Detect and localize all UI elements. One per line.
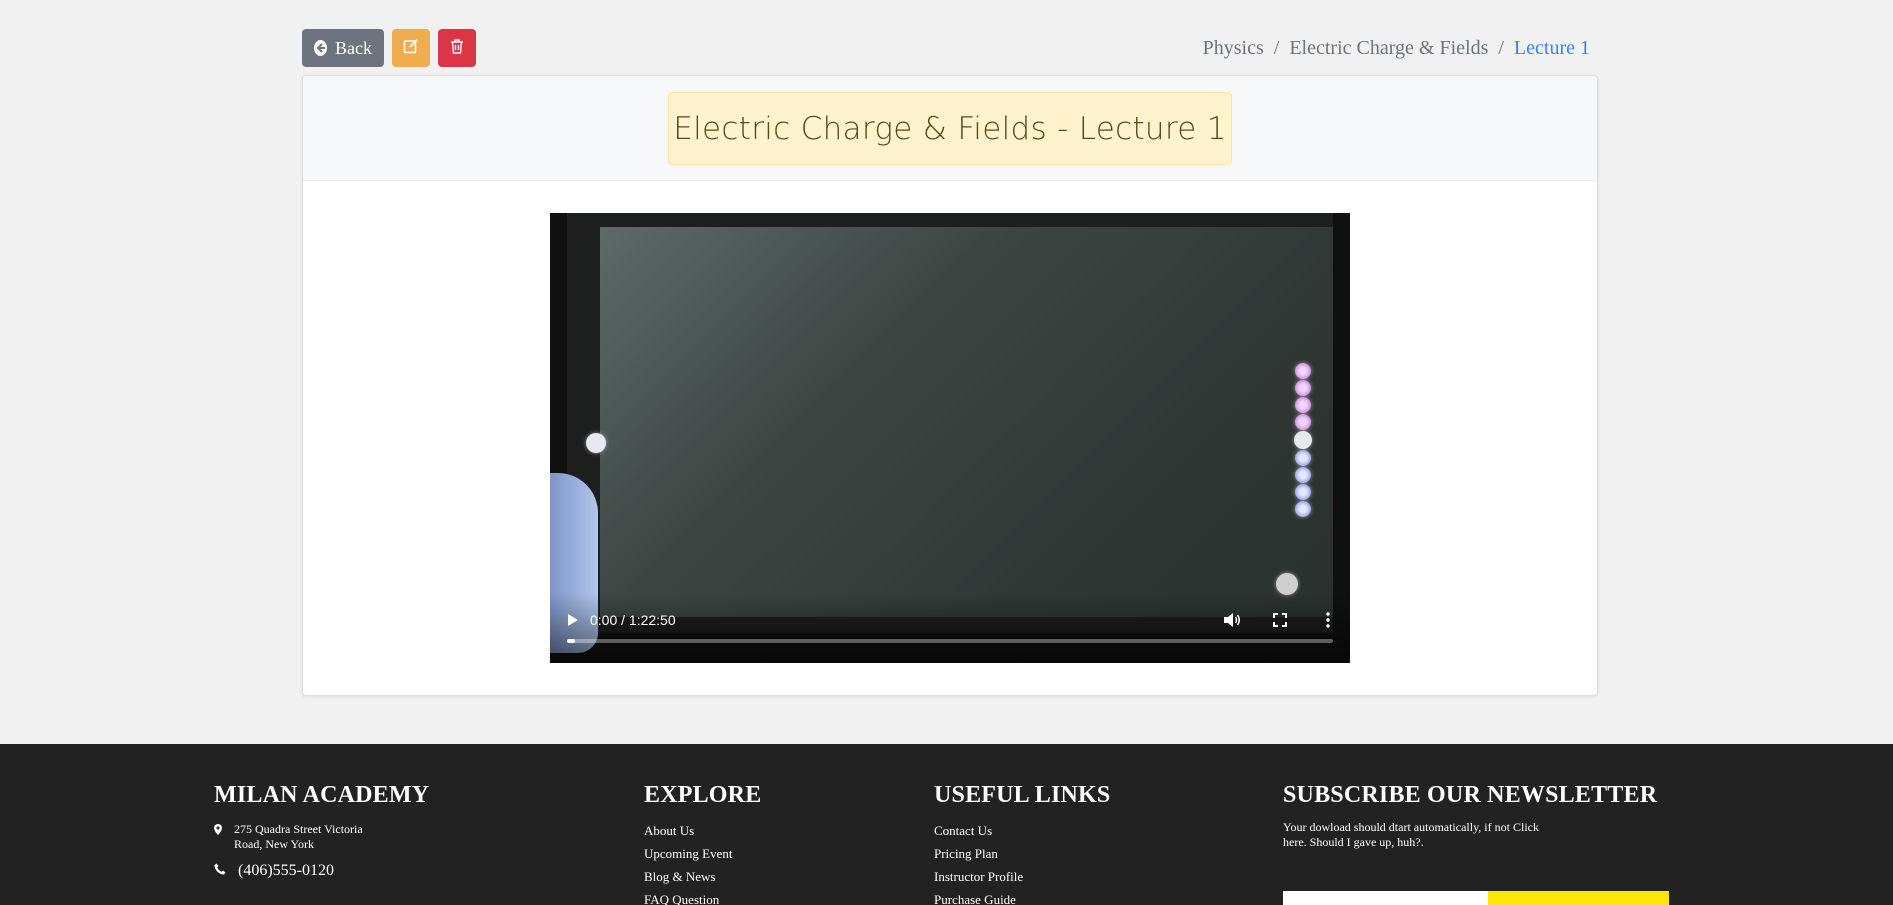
footer-link-instructor[interactable]: Instructor Profile <box>934 865 1110 888</box>
video-light <box>1295 414 1311 430</box>
footer-useful-heading: USEFUL LINKS <box>934 782 1111 808</box>
footer-newsletter-column: SUBSCRIBE OUR NEWSLETTER Your dowload sh… <box>1283 782 1657 850</box>
video-light <box>1295 380 1311 396</box>
breadcrumb-separator: / <box>1498 37 1504 59</box>
trash-icon <box>449 38 465 59</box>
video-board <box>600 227 1333 617</box>
map-pin-icon <box>214 824 222 839</box>
footer-newsletter-text: Your dowload should dtart automatically,… <box>1283 820 1539 849</box>
footer-link-pricing[interactable]: Pricing Plan <box>934 842 1110 865</box>
video-progress-bar[interactable] <box>567 639 1333 643</box>
edit-button[interactable] <box>392 29 430 67</box>
fullscreen-icon[interactable] <box>1270 610 1290 630</box>
delete-button[interactable] <box>438 29 476 67</box>
footer-address-text: 275 Quadra Street Victoria Road, New Yor… <box>234 822 363 852</box>
breadcrumb-item-chapter[interactable]: Electric Charge & Fields <box>1289 37 1488 60</box>
footer-explore-links: About Us Upcoming Event Blog & News FAQ … <box>644 819 761 905</box>
footer-explore-column: EXPLORE About Us Upcoming Event Blog & N… <box>644 782 761 905</box>
footer-phone-number[interactable]: (406)555-0120 <box>238 862 334 880</box>
video-light <box>1294 431 1312 449</box>
video-light <box>1295 397 1311 413</box>
video-light <box>1295 363 1311 379</box>
footer-brand: MILAN ACADEMY <box>214 782 430 808</box>
lecture-card-header: Electric Charge & Fields - Lecture 1 <box>303 76 1597 181</box>
video-light <box>1295 467 1311 483</box>
footer-useful-column: USEFUL LINKS Contact Us Pricing Plan Ins… <box>934 782 1110 905</box>
volume-icon[interactable] <box>1222 610 1242 630</box>
video-time: 0:00 / 1:22:50 <box>590 612 676 628</box>
video-light <box>1295 501 1311 517</box>
phone-icon <box>214 862 226 880</box>
breadcrumb-item-current: Lecture 1 <box>1513 37 1590 59</box>
footer-explore-heading: EXPLORE <box>644 782 762 808</box>
lecture-card: Electric Charge & Fields - Lecture 1 0:0… <box>302 75 1598 696</box>
edit-icon <box>403 38 419 59</box>
more-options-icon[interactable] <box>1318 610 1338 630</box>
breadcrumb-item-subject[interactable]: Physics <box>1203 37 1264 60</box>
video-light <box>1295 484 1311 500</box>
footer-address-line: 275 Quadra Street Victoria <box>234 822 363 836</box>
footer-link-contact[interactable]: Contact Us <box>934 819 1110 842</box>
video-player[interactable]: 0:00 / 1:22:50 <box>550 213 1350 663</box>
footer-phone: (406)555-0120 <box>214 862 429 880</box>
footer-address-line: Road, New York <box>234 837 315 851</box>
footer-link-blog[interactable]: Blog & News <box>644 865 761 888</box>
newsletter-subscribe-button[interactable] <box>1488 891 1669 905</box>
toolbar: Back <box>302 29 476 67</box>
footer-address: 275 Quadra Street Victoria Road, New Yor… <box>214 822 429 852</box>
footer-brand-column: MILAN ACADEMY 275 Quadra Street Victoria… <box>214 782 429 880</box>
breadcrumb: Physics / Electric Charge & Fields / Lec… <box>1203 37 1590 60</box>
newsletter-email-input[interactable] <box>1283 891 1488 905</box>
footer: MILAN ACADEMY 275 Quadra Street Victoria… <box>0 744 1893 905</box>
video-light <box>586 433 606 453</box>
lecture-title: Electric Charge & Fields - Lecture 1 <box>668 92 1232 165</box>
footer-useful-links: Contact Us Pricing Plan Instructor Profi… <box>934 819 1110 905</box>
back-button[interactable]: Back <box>302 29 384 67</box>
footer-link-upcoming-event[interactable]: Upcoming Event <box>644 842 761 865</box>
back-button-label: Back <box>335 37 372 58</box>
play-icon[interactable] <box>568 614 578 626</box>
video-light <box>1276 573 1298 595</box>
video-light <box>1295 450 1311 466</box>
footer-newsletter-heading: SUBSCRIBE OUR NEWSLETTER <box>1283 782 1658 808</box>
footer-link-about[interactable]: About Us <box>644 819 761 842</box>
video-control-bar: 0:00 / 1:22:50 <box>562 605 1338 635</box>
footer-link-purchase-guide[interactable]: Purchase Guide <box>934 888 1110 905</box>
video-controls: 0:00 / 1:22:50 <box>550 593 1350 663</box>
video-frame <box>567 213 1333 633</box>
arrow-left-circle-icon <box>314 40 328 56</box>
video-progress-fill <box>567 639 575 643</box>
breadcrumb-separator: / <box>1273 37 1280 59</box>
footer-link-faq[interactable]: FAQ Question <box>644 888 761 905</box>
